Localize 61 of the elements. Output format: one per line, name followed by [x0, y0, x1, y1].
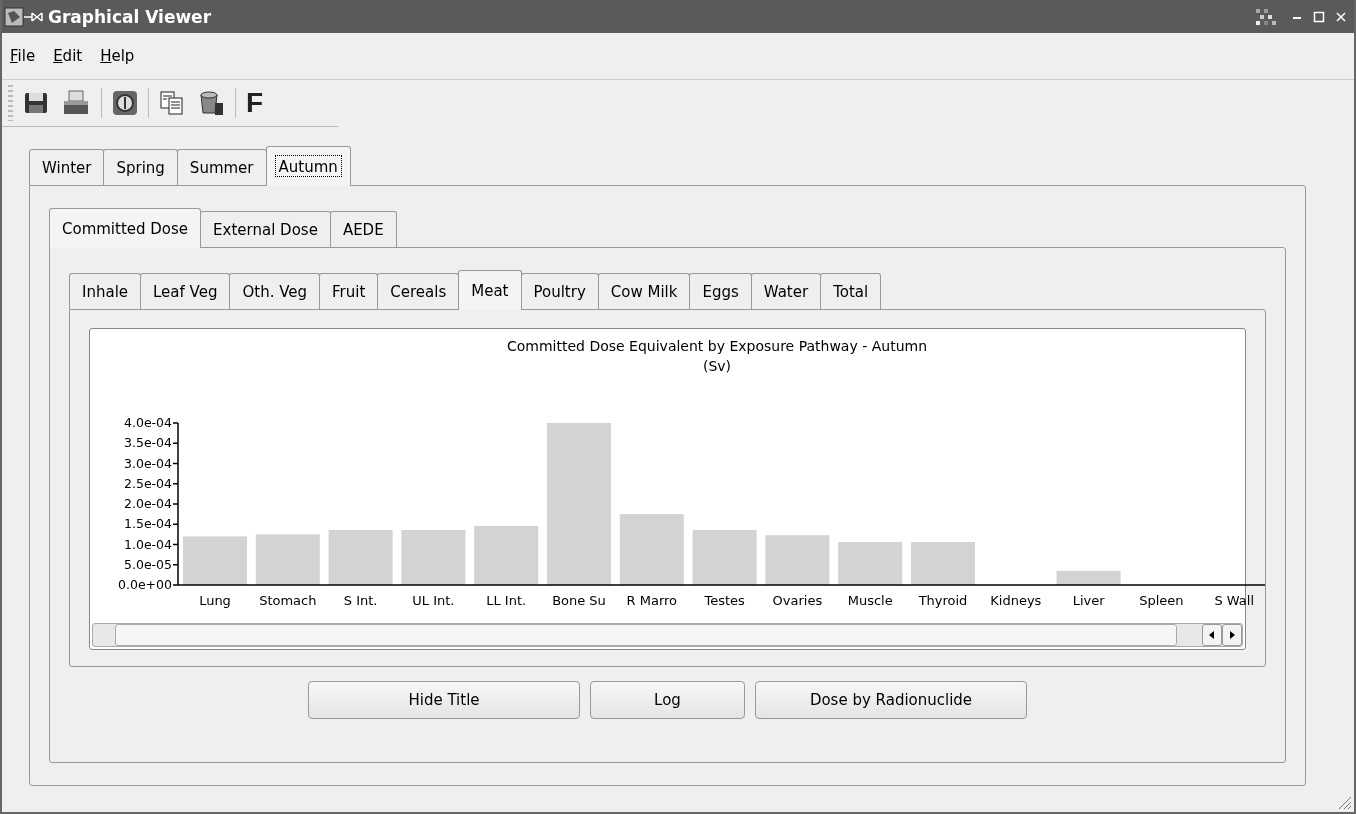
left-arrow-icon: [1208, 630, 1216, 640]
y-tick-label: 2.5e-04: [124, 475, 172, 491]
x-tick-label: Ovaries: [772, 593, 823, 608]
window-title: Graphical Viewer: [48, 6, 212, 27]
x-tick-label: Testes: [704, 593, 745, 608]
dose-tab[interactable]: Committed Dose: [49, 208, 202, 248]
scroll-right-button[interactable]: [1222, 624, 1242, 646]
pathway-tab[interactable]: Meat: [458, 270, 522, 310]
y-tick-label: 0.0e+00: [118, 577, 172, 592]
chart-bar: [692, 529, 757, 585]
resize-grip-icon[interactable]: [1336, 794, 1352, 810]
chart-bar: [328, 529, 393, 585]
season-tab[interactable]: Winter: [29, 149, 105, 185]
x-tick-label: Bone Su: [552, 593, 606, 608]
y-tick-label: 1.5e-04: [124, 516, 172, 532]
scrollbar-thumb[interactable]: [115, 624, 1177, 646]
x-tick-label: Thyroid: [918, 593, 968, 608]
chart-bar: [619, 514, 684, 585]
chart-bar: [765, 535, 830, 585]
x-tick-label: S Wall: [1214, 593, 1254, 608]
y-tick-label: 5.0e-05: [124, 556, 172, 572]
x-tick-label: Lung: [199, 593, 231, 608]
right-arrow-icon: [1228, 630, 1236, 640]
pathway-tab[interactable]: Total: [820, 273, 882, 309]
y-tick-label: 3.5e-04: [124, 435, 172, 451]
menu-item[interactable]: Help: [100, 47, 135, 65]
x-tick-label: LL Int.: [486, 593, 527, 608]
chart-bar: [255, 534, 320, 585]
dose-tab[interactable]: AEDE: [329, 211, 397, 247]
x-tick-label: Stomach: [259, 593, 317, 608]
chart-bar: [183, 536, 247, 585]
horizontal-scrollbar[interactable]: [92, 623, 1243, 647]
action-button[interactable]: Hide Title: [308, 681, 580, 719]
chart-bar: [401, 529, 466, 585]
chart-title: Committed Dose Equivalent by Exposure Pathway - Autumn: [507, 338, 927, 354]
x-tick-label: UL Int.: [412, 593, 455, 608]
x-tick-label: S Int.: [343, 593, 378, 608]
font-button[interactable]: F: [244, 87, 266, 119]
power-icon[interactable]: [110, 90, 140, 116]
chart-bar: [911, 542, 975, 585]
x-tick-label: Spleen: [1139, 593, 1184, 608]
y-tick-label: 1.0e-04: [124, 536, 172, 552]
y-tick-label: 3.0e-04: [124, 455, 172, 471]
menu-item[interactable]: Edit: [53, 47, 83, 65]
maximize-button[interactable]: [1313, 10, 1325, 23]
y-tick-label: 2.0e-04: [124, 496, 172, 511]
y-tick-label: 4.0e-04: [124, 415, 172, 430]
x-tick-label: Kidneys: [990, 593, 1042, 608]
chart-unit: (Sv): [702, 358, 732, 374]
action-button[interactable]: Dose by Radionuclide: [755, 681, 1027, 719]
chart-bar: [838, 542, 903, 585]
menu-item[interactable]: File: [10, 47, 36, 65]
pathway-tab[interactable]: Inhale: [69, 273, 142, 309]
scroll-left-button[interactable]: [1202, 624, 1222, 646]
chart-bar: [474, 525, 539, 585]
season-tab[interactable]: Autumn: [265, 146, 351, 186]
action-button[interactable]: Log: [590, 681, 745, 719]
x-tick-label: Muscle: [847, 593, 893, 608]
x-tick-label: R Marro: [626, 593, 678, 608]
x-tick-label: Liver: [1072, 593, 1105, 608]
close-button[interactable]: [1335, 10, 1347, 23]
